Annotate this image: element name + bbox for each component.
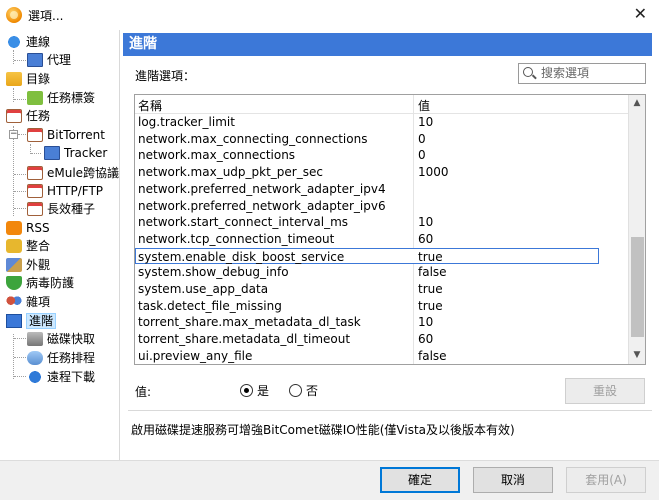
window-title: 選項... [28,9,64,23]
table-row[interactable]: system.use_app_data true [135,281,629,298]
cancel-button[interactable]: 取消 [473,467,553,493]
table-row[interactable]: network.start_connect_interval_ms 10 [135,214,629,231]
apply-button[interactable]: 套用(A) [566,467,646,493]
column-header-name[interactable]: 名稱 [138,97,162,114]
table-row[interactable]: torrent_share.metadata_dl_timeout 60 [135,331,629,348]
bitcomet-logo-icon [6,7,22,23]
table-row[interactable]: network.max_udp_pkt_per_sec 1000 [135,164,629,181]
clipboard-icon [27,128,43,142]
tree-item-long-term-seeding[interactable]: 長效種子 [27,200,95,218]
table-row[interactable]: ui.preview_any_file false [135,348,629,364]
disk-icon [27,332,43,346]
tree-item-disk-cache[interactable]: 磁碟快取 [27,330,95,348]
divider [128,410,652,411]
vertical-scrollbar[interactable]: ▲ ▼ [628,95,645,364]
table-row-selected[interactable]: system.enable_disk_boost_service true [135,247,599,265]
table-row[interactable]: network.tcp_connection_timeout 60 [135,231,629,248]
table-row[interactable]: network.max_connections 0 [135,147,629,164]
table-row[interactable]: task.detect_file_missing true [135,298,629,315]
people-icon [6,295,22,309]
panel-header: 進階 [123,33,652,56]
globe-icon [6,35,22,49]
dialog-button-bar [0,460,659,500]
tree-item-misc[interactable]: 雜項 [6,293,50,311]
close-icon[interactable]: ✕ [634,4,647,23]
tree-item-appearance[interactable]: 外觀 [6,256,50,274]
folder-icon [6,72,22,86]
tree-item-bittorrent[interactable]: BitTorrent [27,126,105,144]
table-row[interactable]: system.show_debug_info false [135,264,629,281]
table-row[interactable]: torrent_share.max_metadata_dl_task 10 [135,314,629,331]
tree-item-integration[interactable]: 整合 [6,237,50,255]
schedule-icon [27,351,43,365]
table-row[interactable]: network.preferred_network_adapter_ipv4 [135,181,629,198]
scroll-up-icon[interactable]: ▲ [629,95,645,112]
radio-unselected-icon [289,384,302,397]
ok-button[interactable]: 確定 [380,467,460,493]
clipboard-icon [27,184,43,198]
table-row[interactable]: network.preferred_network_adapter_ipv6 [135,198,629,215]
tag-icon [27,91,43,105]
tree-item-tracker[interactable]: Tracker [44,144,107,162]
tree-item-proxy[interactable]: 代理 [27,51,71,69]
clipboard-icon [27,166,43,180]
table-row[interactable]: network.max_connecting_connections 0 [135,131,629,148]
list-header: 名稱 值 [135,95,629,114]
clipboard-icon [6,109,22,123]
search-placeholder: 搜索選項 [541,66,590,80]
table-row[interactable]: log.tracker_limit 10 [135,114,629,131]
radio-yes[interactable]: 是 [240,382,269,399]
radio-selected-icon [240,384,253,397]
tree-item-antivirus[interactable]: 病毒防護 [6,274,74,292]
tree-item-remote-download[interactable]: 遠程下載 [27,368,95,386]
value-label: 值: [135,385,152,399]
advanced-options-label: 進階選項： [135,69,196,83]
shield-icon [6,276,22,290]
tree-item-advanced[interactable]: 進階 [6,312,57,330]
search-icon [523,67,533,77]
monitor-icon [44,146,60,160]
tree-item-connection[interactable]: 連線 [6,33,50,51]
clipboard-icon [27,202,43,216]
tree-item-rss[interactable]: RSS [6,219,50,237]
advanced-icon [6,314,22,328]
options-tree: − 連線 代理 目錄 任務標簽 任務 BitTorrent Tracker eM… [0,30,120,460]
title-bar: 選項... ✕ [0,0,659,30]
rss-icon [6,221,22,235]
brush-icon [6,258,22,272]
tree-item-task[interactable]: 任務 [6,107,50,125]
monitor-icon [27,53,43,67]
search-input[interactable]: 搜索選項 [518,63,646,84]
scrollbar-thumb[interactable] [631,237,644,337]
reset-button[interactable]: 重設 [565,378,645,404]
tree-item-http-ftp[interactable]: HTTP/FTP [27,182,103,200]
column-header-value[interactable]: 值 [418,97,430,114]
option-description: 啟用磁碟提速服務可增強BitComet磁碟IO性能(僅Vista及以後版本有效) [131,423,515,437]
tree-item-emule[interactable]: eMule跨協議 [27,164,119,182]
advanced-options-list: 名稱 值 log.tracker_limit 10 network.max_con… [134,94,646,365]
radio-no[interactable]: 否 [289,382,318,399]
puzzle-icon [6,239,22,253]
tree-item-directory[interactable]: 目錄 [6,70,50,88]
scroll-down-icon[interactable]: ▼ [629,347,645,364]
remote-icon [27,370,43,384]
tree-item-task-tags[interactable]: 任務標簽 [27,89,95,107]
tree-item-task-schedule[interactable]: 任務排程 [27,349,95,367]
